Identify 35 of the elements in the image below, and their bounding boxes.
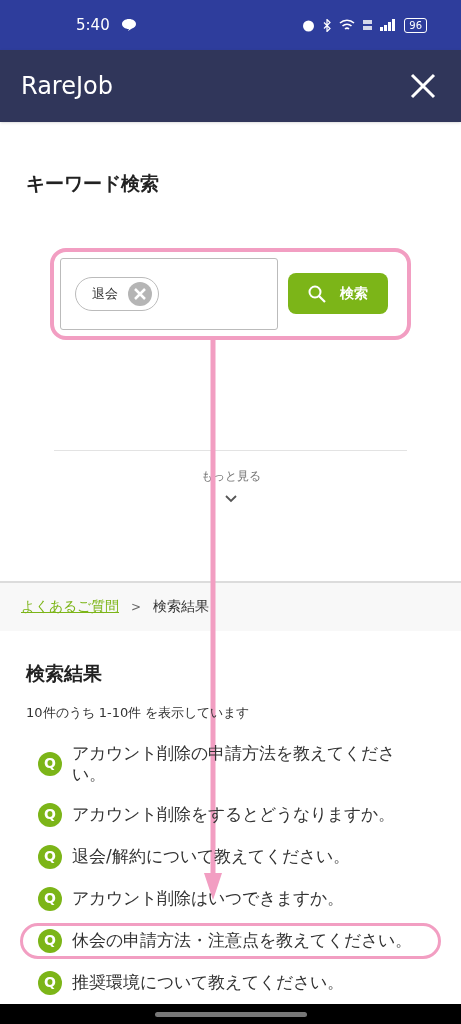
wifi-icon [339,18,356,32]
faq-item[interactable]: Q アカウント削除をするとどうなりますか。 [20,796,441,833]
breadcrumb-current: 検索結果 [153,597,210,616]
results-title: 検索結果 [26,660,103,686]
results-summary: 10件のうち 1-10件 を表示しています [26,704,251,722]
question-badge: Q [38,844,62,869]
faq-item[interactable]: Q アカウント削除はいつできますか。 [20,880,441,917]
question-text: アカウント削除はいつできますか。 [72,888,344,909]
keyword-field[interactable]: 退会 [60,257,278,330]
faq-item[interactable]: Q 推奨環境について教えてください。 [20,964,441,1001]
question-badge: Q [38,886,62,911]
clock: 5:40 [76,14,110,36]
question-text: 推奨環境について教えてください。 [72,972,344,993]
signal-icon [380,19,397,31]
section-title: キーワード検索 [26,171,160,196]
question-text: アカウント削除の申請方法を教えてください。 [72,742,396,785]
chevron-down-icon[interactable] [224,494,237,503]
question-badge: Q [38,928,62,953]
faq-item[interactable]: Q 退会/解約について教えてください。 [20,838,441,875]
question-text: 退会/解約について教えてください。 [72,846,350,867]
faq-item[interactable]: Q 休会の申請方法・注意点を教えてください。 [20,922,441,959]
question-text: アカウント削除をするとどうなりますか。 [72,804,395,825]
question-badge: Q [38,751,62,776]
show-more-link[interactable]: もっと見る [200,466,261,485]
battery-indicator: 96 [404,17,427,33]
question-text: 休会の申請方法・注意点を教えてください。 [72,930,412,951]
search-icon [308,284,326,303]
app-title: RareJob [21,71,113,102]
tag-label: 退会 [92,284,118,303]
question-badge: Q [38,802,62,827]
home-indicator[interactable] [154,1011,307,1017]
breadcrumb-separator: > [131,598,142,616]
chat-bubble-icon [121,19,136,31]
question-badge: Q [38,970,62,995]
bluetooth-icon [323,18,332,32]
